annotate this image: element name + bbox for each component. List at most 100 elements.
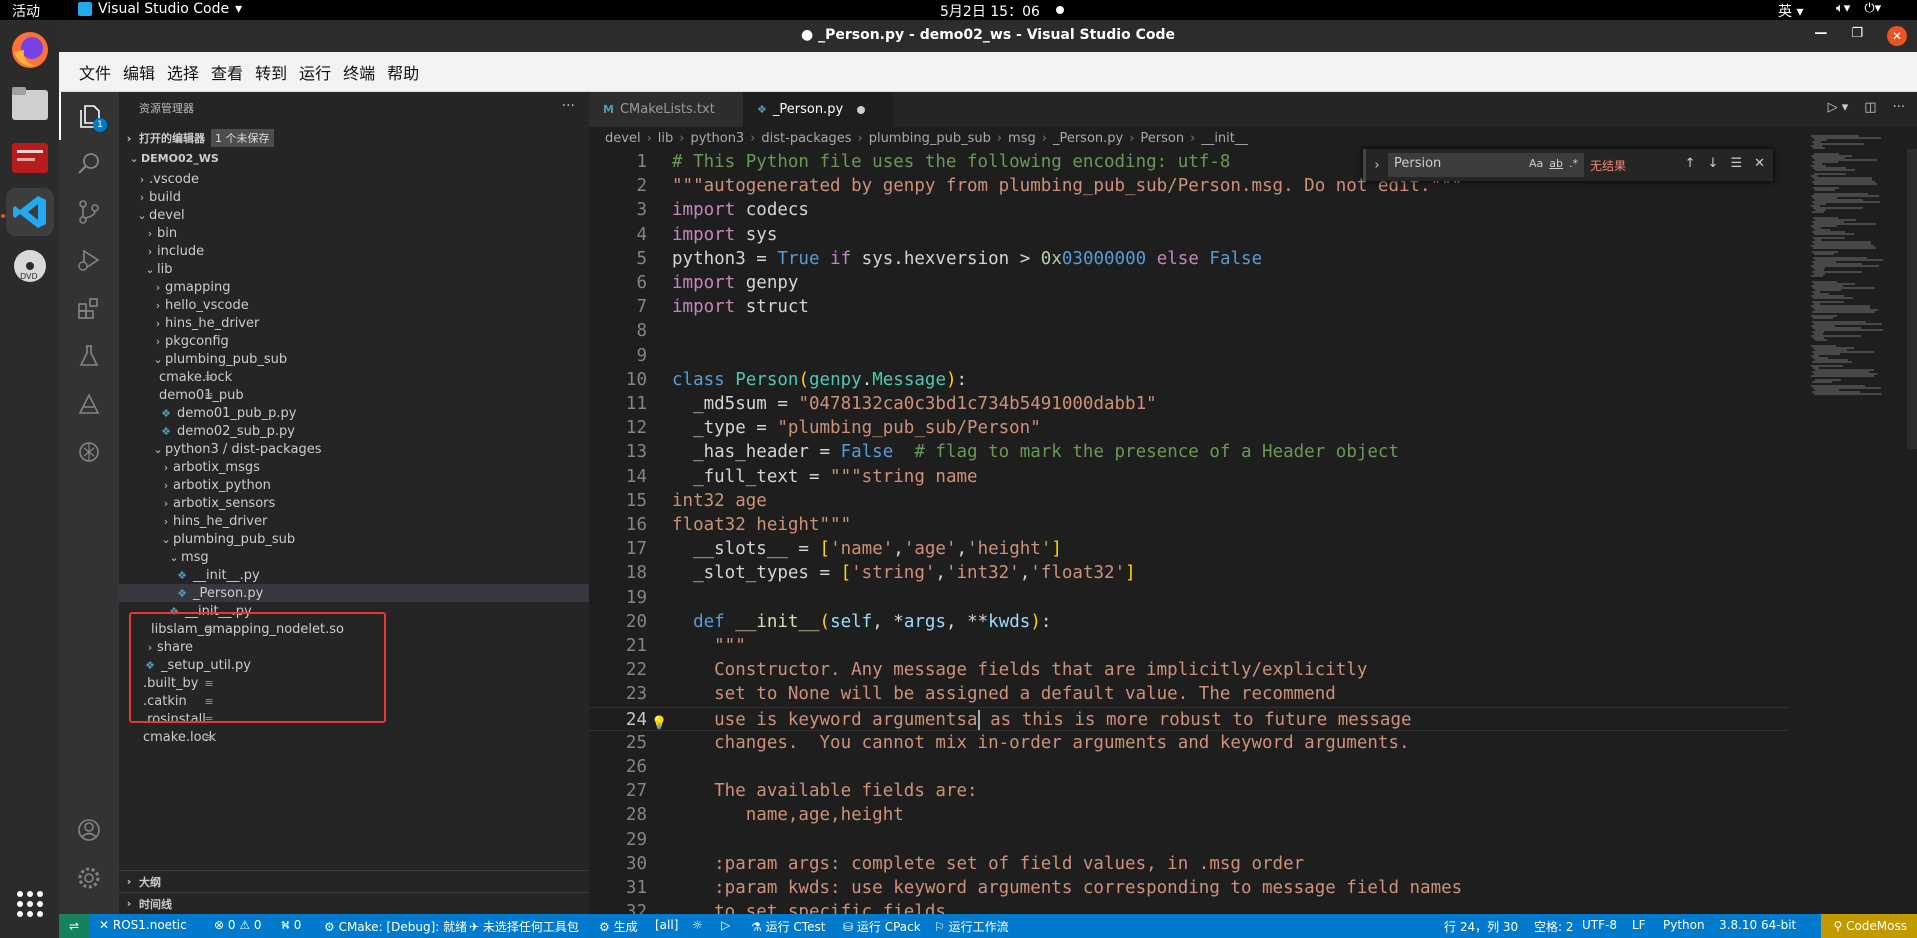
run-debug-activity[interactable] — [59, 236, 119, 284]
code-line[interactable]: 27 The available fields are: — [589, 779, 1789, 803]
split-editor-icon[interactable]: ◫ — [1864, 100, 1876, 115]
clock[interactable]: 5月2日 15：06 — [940, 1, 1040, 21]
tree-file[interactable]: ≡ cmake.lock — [119, 728, 589, 746]
breadcrumb-segment[interactable]: lib — [658, 131, 673, 146]
system-tray[interactable]: 🔈︎▾ ⏻▾ — [1836, 1, 1881, 16]
regex-toggle[interactable]: .* — [1569, 157, 1578, 170]
testing-activity[interactable] — [59, 332, 119, 380]
close-find-icon[interactable]: ✕ — [1754, 156, 1765, 171]
unsaved-dot-icon[interactable] — [857, 105, 866, 114]
code-line[interactable]: 4 import sys — [589, 223, 1789, 247]
menu-terminal[interactable]: 终端 — [343, 60, 375, 84]
close-window-button[interactable]: ✕ — [1887, 26, 1907, 46]
tree-folder[interactable]: ⌄ plumbing_pub_sub — [119, 350, 589, 368]
tree-folder[interactable]: › arbotix_sensors — [119, 494, 589, 512]
breadcrumb-segment[interactable]: _Person.py — [1053, 131, 1123, 146]
tree-file[interactable]: ❖ demo01_pub_p.py — [119, 404, 589, 422]
tree-folder[interactable]: › gmapping — [119, 278, 589, 296]
input-method-indicator[interactable]: 英 ▾ — [1778, 1, 1803, 21]
ports-indicator[interactable]: ⛕ 0 — [281, 918, 301, 934]
code-line[interactable]: 3 import codecs — [589, 198, 1789, 222]
code-line[interactable]: 7 import struct — [589, 295, 1789, 319]
code-line[interactable]: 15 int32 age — [589, 489, 1789, 513]
run-ctest-button[interactable]: ⚗ 运行 CTest — [751, 918, 825, 935]
vscode-launcher[interactable] — [6, 188, 54, 236]
more-actions-icon[interactable]: ··· — [1893, 100, 1905, 115]
code-line[interactable]: 25 changes. You cannot mix in-order argu… — [589, 731, 1789, 755]
problems-indicator[interactable]: ⊗ 0 ⚠ 0 — [214, 918, 262, 932]
tree-folder[interactable]: › hins_he_driver — [119, 512, 589, 530]
tree-folder[interactable]: › arbotix_msgs — [119, 458, 589, 476]
tree-folder[interactable]: › include — [119, 242, 589, 260]
match-case-toggle[interactable]: Aa — [1529, 157, 1543, 170]
minimap[interactable] — [1799, 127, 1907, 914]
debug-bug-icon[interactable]: ☼ — [692, 918, 703, 932]
menu-go[interactable]: 转到 — [255, 60, 287, 84]
dvd-launcher[interactable]: DVD — [6, 242, 54, 290]
ai-assistant-activity[interactable] — [59, 428, 119, 476]
restore-button[interactable]: ❐ — [1851, 26, 1863, 46]
find-input[interactable]: Persion Aa ab .* — [1388, 153, 1584, 177]
activities-button[interactable]: 活动 — [12, 1, 40, 21]
indentation[interactable]: 空格: 2 — [1534, 918, 1574, 935]
tree-file[interactable]: ≡ cmake.lock — [119, 368, 589, 386]
terminal-launcher[interactable] — [6, 134, 54, 182]
cmake-kit[interactable]: ✈ 未选择任何工具包 — [469, 918, 579, 935]
toggle-replace-icon[interactable]: › — [1366, 158, 1388, 173]
launch-icon[interactable]: ▷ — [721, 918, 730, 932]
tree-folder[interactable]: › arbotix_python — [119, 476, 589, 494]
breadcrumb-segment[interactable]: python3 — [690, 131, 744, 146]
tree-folder[interactable]: › pkgconfig — [119, 332, 589, 350]
menu-view[interactable]: 查看 — [211, 60, 243, 84]
find-in-selection-icon[interactable]: ☰ — [1730, 156, 1742, 171]
explorer-activity[interactable]: 1 — [59, 92, 119, 140]
breadcrumb-segment[interactable]: dist-packages — [761, 131, 851, 146]
breadcrumb-segment[interactable]: plumbing_pub_sub — [869, 131, 991, 146]
code-line[interactable]: 11 _md5sum = "0478132ca0c3bd1c734b549100… — [589, 392, 1789, 416]
language-mode[interactable]: Python — [1663, 918, 1705, 932]
code-line[interactable]: 30 :param args: complete set of field va… — [589, 852, 1789, 876]
open-editors-section[interactable]: › 打开的编辑器 1 个未保存 — [119, 127, 589, 149]
breadcrumb-segment[interactable]: devel — [605, 131, 641, 146]
search-activity[interactable] — [59, 140, 119, 188]
run-workflow-button[interactable]: ⚐ 运行工作流 — [934, 918, 1009, 935]
tab-cmakelists[interactable]: M CMakeLists.txt — [589, 92, 743, 127]
build-button[interactable]: ⚙ 生成 — [599, 918, 638, 935]
tree-folder[interactable]: ⌄ lib — [119, 260, 589, 278]
next-match-icon[interactable]: ↓ — [1708, 156, 1719, 171]
build-target[interactable]: [all] — [655, 918, 678, 932]
codemoss-button[interactable]: ⚲ CodeMoss — [1821, 914, 1917, 938]
window-title-bar[interactable]: ● _Person.py - demo02_ws - Visual Studio… — [59, 20, 1917, 52]
menu-selection[interactable]: 选择 — [167, 60, 199, 84]
code-line[interactable]: 5 python3 = True if sys.hexversion > 0x03… — [589, 247, 1789, 271]
code-line[interactable]: 32 to set specific fields. — [589, 900, 1789, 914]
previous-match-icon[interactable]: ↑ — [1685, 156, 1696, 171]
encoding[interactable]: UTF-8 — [1582, 918, 1617, 932]
tree-folder[interactable]: ⌄ devel — [119, 206, 589, 224]
extensions-activity[interactable] — [59, 284, 119, 332]
tree-folder[interactable]: › hins_he_driver — [119, 314, 589, 332]
tree-file[interactable]: ❖ demo02_sub_p.py — [119, 422, 589, 440]
code-line[interactable]: 18 _slot_types = ['string','int32','floa… — [589, 561, 1789, 585]
end-of-line[interactable]: LF — [1632, 918, 1646, 932]
code-line[interactable]: 12 _type = "plumbing_pub_sub/Person" — [589, 416, 1789, 440]
source-control-activity[interactable] — [59, 188, 119, 236]
cmake-status[interactable]: ⚙ CMake: [Debug]: 就绪 — [324, 918, 467, 935]
tree-folder[interactable]: › bin — [119, 224, 589, 242]
code-line[interactable]: 16 float32 height""" — [589, 513, 1789, 537]
code-line[interactable]: 21 """ — [589, 634, 1789, 658]
code-line[interactable]: 26 — [589, 755, 1789, 779]
python-interpreter[interactable]: 3.8.10 64-bit — [1719, 918, 1796, 932]
run-python-file-button[interactable]: ▷ ▾ — [1828, 100, 1849, 115]
minimize-button[interactable]: — — [1814, 26, 1827, 46]
tree-file[interactable]: ❖ __init__.py — [119, 566, 589, 584]
code-line[interactable]: 31 :param kwds: use keyword arguments co… — [589, 876, 1789, 900]
code-line[interactable]: 6 import genpy — [589, 271, 1789, 295]
settings-activity[interactable] — [59, 854, 119, 902]
code-line[interactable]: 14 _full_text = """string name — [589, 465, 1789, 489]
show-apps-button[interactable] — [6, 880, 54, 928]
code-line[interactable]: 10 class Person(genpy.Message): — [589, 368, 1789, 392]
code-editor[interactable]: 1 # This Python file uses the following e… — [589, 149, 1789, 914]
code-line[interactable]: 22 Constructor. Any message fields that … — [589, 658, 1789, 682]
more-actions-icon[interactable]: ··· — [562, 98, 575, 114]
